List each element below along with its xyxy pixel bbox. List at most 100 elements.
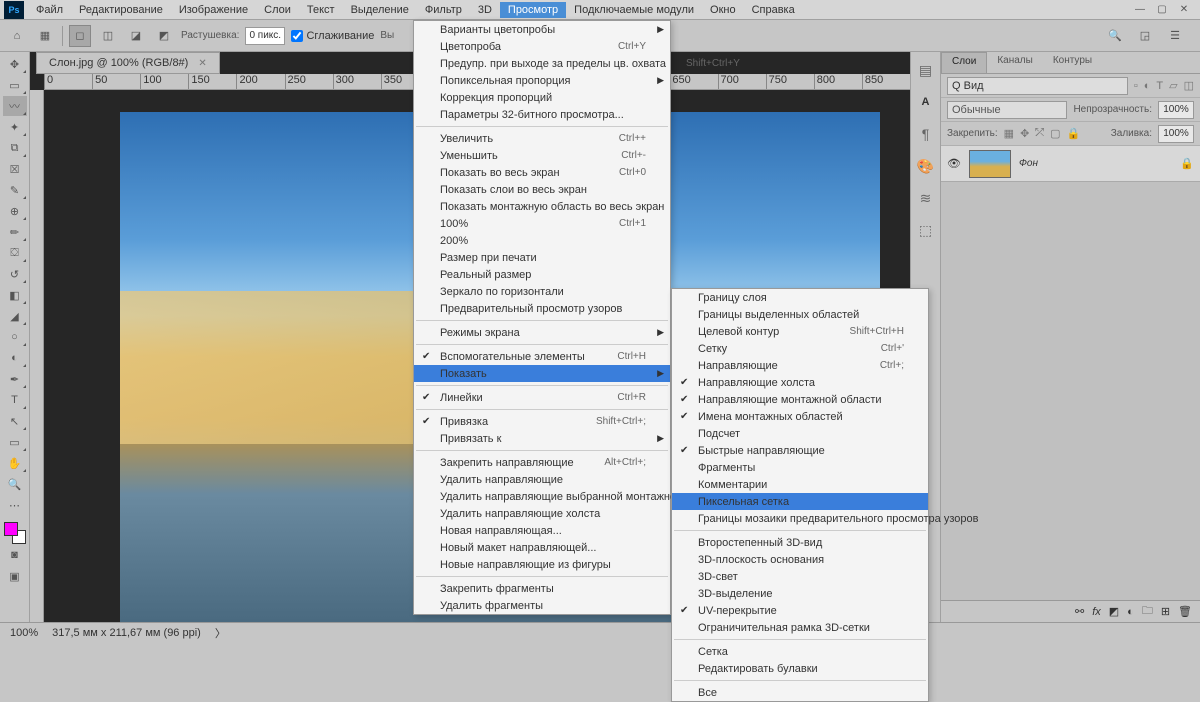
menu-item[interactable]: ✔Имена монтажных областей xyxy=(672,408,928,425)
menu-3d[interactable]: 3D xyxy=(470,2,500,18)
menu-item[interactable]: ✔Направляющие холста xyxy=(672,374,928,391)
adjustment-layer-icon[interactable]: ◐ xyxy=(1127,606,1134,618)
eyedropper-tool[interactable]: ✎ xyxy=(3,180,27,200)
menu-item[interactable]: Предварительный просмотр узоров xyxy=(414,300,670,317)
menu-item[interactable]: ✔UV-перекрытие xyxy=(672,602,928,619)
selection-new-icon[interactable]: ◻ xyxy=(69,25,91,47)
eraser-tool[interactable]: ◧ xyxy=(3,285,27,305)
menu-item[interactable]: Все xyxy=(672,684,928,701)
zoom-level[interactable]: 100% xyxy=(10,627,38,639)
libraries-panel-icon[interactable]: ⬚ xyxy=(916,220,936,240)
filter-smart-icon[interactable]: ◫ xyxy=(1184,79,1194,92)
selection-subtract-icon[interactable]: ◪ xyxy=(125,25,147,47)
menu-item[interactable]: Фрагменты xyxy=(672,459,928,476)
layer-name[interactable]: Фон xyxy=(1019,158,1038,169)
menu-item[interactable]: ✔Направляющие монтажной области xyxy=(672,391,928,408)
edit-toolbar[interactable]: ⋯ xyxy=(3,495,27,515)
home-icon[interactable]: ⌂ xyxy=(6,25,28,47)
menu-item[interactable]: Показать во весь экранCtrl+0 xyxy=(414,164,670,181)
menu-item[interactable]: СеткуCtrl+' xyxy=(672,340,928,357)
menu-item[interactable]: 100%Ctrl+1 xyxy=(414,215,670,232)
menu-item[interactable]: Закрепить направляющиеAlt+Ctrl+; xyxy=(414,454,670,471)
tab-channels[interactable]: Каналы xyxy=(987,52,1043,73)
new-layer-icon[interactable]: ⊞ xyxy=(1161,605,1170,618)
selection-intersect-icon[interactable]: ◩ xyxy=(153,25,175,47)
menu-item[interactable]: Попиксельная пропорция▶ xyxy=(414,72,670,89)
layer-fx-icon[interactable]: fx xyxy=(1092,606,1101,618)
pen-tool[interactable]: ✒ xyxy=(3,369,27,389)
filter-adjust-icon[interactable]: ◐ xyxy=(1144,80,1151,92)
move-tool[interactable]: ✥ xyxy=(3,54,27,74)
menu-item[interactable]: Варианты цветопробы▶ xyxy=(414,21,670,38)
color-swatches[interactable] xyxy=(4,522,26,544)
menu-текст[interactable]: Текст xyxy=(299,2,343,18)
marquee-tool[interactable]: ▭ xyxy=(3,75,27,95)
fill-input[interactable]: 100% xyxy=(1158,125,1194,143)
zoom-tool[interactable]: 🔍 xyxy=(3,474,27,494)
filter-shape-icon[interactable]: ▱ xyxy=(1169,79,1177,92)
crop-tool[interactable]: ⧉ xyxy=(3,138,27,158)
history-brush-tool[interactable]: ↺ xyxy=(3,264,27,284)
menu-справка[interactable]: Справка xyxy=(744,2,803,18)
layer-mask-icon[interactable]: ◩ xyxy=(1109,605,1119,618)
feather-input[interactable] xyxy=(245,27,285,45)
menu-item[interactable]: Зеркало по горизонтали xyxy=(414,283,670,300)
heal-tool[interactable]: ⊕ xyxy=(3,201,27,221)
lock-position-icon[interactable]: ✥ xyxy=(1020,127,1029,140)
menu-слои[interactable]: Слои xyxy=(256,2,299,18)
layer-thumbnail[interactable] xyxy=(969,150,1011,178)
menu-окно[interactable]: Окно xyxy=(702,2,744,18)
menu-item[interactable]: Показать▶ xyxy=(414,365,670,382)
menu-item[interactable]: ✔ЛинейкиCtrl+R xyxy=(414,389,670,406)
search-icon[interactable]: 🔍 xyxy=(1104,25,1126,47)
gradient-tool[interactable]: ◢ xyxy=(3,306,27,326)
hand-tool[interactable]: ✋ xyxy=(3,453,27,473)
layer-group-icon[interactable]: 🗀 xyxy=(1142,602,1153,621)
tab-layers[interactable]: Слои xyxy=(941,52,987,73)
type-tool[interactable]: T xyxy=(3,390,27,410)
menu-просмотр[interactable]: Просмотр xyxy=(500,2,566,18)
lock-icon[interactable]: 🔒 xyxy=(1067,127,1081,140)
menu-item[interactable]: Реальный размер xyxy=(414,266,670,283)
filter-image-icon[interactable]: ▫ xyxy=(1134,80,1138,92)
menu-item[interactable]: Режимы экрана▶ xyxy=(414,324,670,341)
frame-tool[interactable]: ☒ xyxy=(3,159,27,179)
opacity-input[interactable]: 100% xyxy=(1158,101,1194,119)
menu-подключаемые модули[interactable]: Подключаемые модули xyxy=(566,2,702,18)
menu-item[interactable]: Размер при печати xyxy=(414,249,670,266)
menu-item[interactable]: Пиксельная сетка xyxy=(672,493,928,510)
shape-tool[interactable]: ▭ xyxy=(3,432,27,452)
layer-item[interactable]: 👁 Фон 🔒 xyxy=(941,146,1200,182)
panel-menu-icon[interactable]: ☰ xyxy=(1164,25,1186,47)
menu-item[interactable]: ✔Вспомогательные элементыCtrl+H xyxy=(414,348,670,365)
menu-редактирование[interactable]: Редактирование xyxy=(71,2,171,18)
menu-item[interactable]: 200% xyxy=(414,232,670,249)
selection-add-icon[interactable]: ◫ xyxy=(97,25,119,47)
menu-item[interactable]: ЦветопробаCtrl+Y xyxy=(414,38,670,55)
menu-файл[interactable]: Файл xyxy=(28,2,71,18)
screenmode-tool[interactable]: ▣ xyxy=(3,566,27,586)
menu-выделение[interactable]: Выделение xyxy=(343,2,417,18)
wand-tool[interactable]: ✦ xyxy=(3,117,27,137)
document-info[interactable]: 317,5 мм x 211,67 мм (96 ppi) xyxy=(52,627,201,639)
menu-item[interactable]: Границу слоя xyxy=(672,289,928,306)
menu-item[interactable]: Закрепить фрагменты xyxy=(414,580,670,597)
delete-layer-icon[interactable]: 🗑 xyxy=(1178,605,1192,618)
lock-artboard-icon[interactable]: ▢ xyxy=(1050,127,1060,140)
paragraph-panel-icon[interactable]: ¶ xyxy=(916,124,936,144)
blend-mode-select[interactable]: Обычные xyxy=(947,101,1067,119)
stamp-tool[interactable]: ⛋ xyxy=(3,243,27,263)
menu-фильтр[interactable]: Фильтр xyxy=(417,2,470,18)
close-tab-icon[interactable]: ✕ xyxy=(198,58,206,69)
history-panel-icon[interactable]: ▤ xyxy=(916,60,936,80)
brush-tool[interactable]: ✏ xyxy=(3,222,27,242)
minimize-icon[interactable]: — xyxy=(1130,2,1150,18)
close-icon[interactable]: ✕ xyxy=(1174,2,1194,18)
maximize-icon[interactable]: ▢ xyxy=(1152,2,1172,18)
menu-item[interactable]: Новая направляющая... xyxy=(414,522,670,539)
workspace-icon[interactable]: ▦ xyxy=(34,25,56,47)
document-tab[interactable]: Слон.jpg @ 100% (RGB/8#)✕ xyxy=(36,52,220,74)
lock-all-icon[interactable]: ⤱ xyxy=(1035,127,1044,140)
adjustments-panel-icon[interactable]: ≋ xyxy=(916,188,936,208)
path-select-tool[interactable]: ↖ xyxy=(3,411,27,431)
